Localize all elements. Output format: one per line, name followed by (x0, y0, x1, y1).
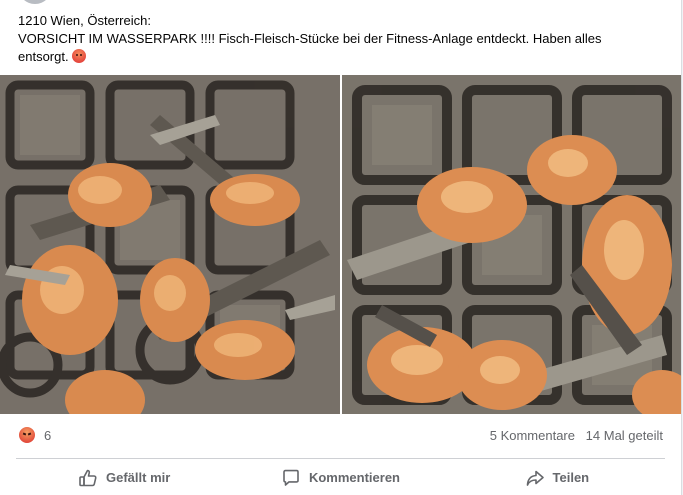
thumbs-up-icon (79, 469, 97, 486)
comment-bubble-icon (283, 469, 299, 486)
photo-left[interactable] (0, 75, 340, 414)
post-body-line: VORSICHT IM WASSERPARK !!!! Fisch-Fleisc… (18, 31, 602, 46)
actions-divider (16, 458, 665, 459)
share-arrow-icon (526, 470, 544, 486)
share-button[interactable]: Teilen (449, 460, 665, 495)
like-button[interactable]: Gefällt mir (16, 460, 232, 495)
reaction-count[interactable]: 6 (44, 428, 51, 443)
like-button-label: Gefällt mir (106, 470, 171, 485)
shares-count-link[interactable]: 14 Mal geteilt (586, 428, 663, 443)
comment-button[interactable]: Kommentieren (232, 460, 448, 495)
angry-reaction-icon[interactable] (18, 426, 36, 444)
post-body: VORSICHT IM WASSERPARK !!!! Fisch-Fleisc… (18, 30, 658, 66)
photo-right-image (342, 75, 681, 414)
post-body-end: entsorgt. (18, 49, 69, 64)
author-avatar[interactable] (18, 0, 52, 4)
photo-grid (0, 75, 681, 414)
photo-left-image (0, 75, 340, 414)
photo-right[interactable] (342, 75, 681, 414)
post-stats-bar: 6 5 Kommentare 14 Mal geteilt (0, 414, 681, 458)
post-text: 1210 Wien, Österreich: VORSICHT IM WASSE… (18, 12, 658, 66)
comments-count-link[interactable]: 5 Kommentare (490, 428, 575, 443)
facebook-post-card: 1210 Wien, Österreich: VORSICHT IM WASSE… (0, 0, 682, 495)
angry-face-icon (72, 49, 87, 63)
share-button-label: Teilen (552, 470, 590, 485)
post-actions-bar: Gefällt mir Kommentieren Teilen (16, 460, 665, 495)
post-location-line: 1210 Wien, Österreich: (18, 13, 151, 28)
comment-button-label: Kommentieren (308, 470, 400, 485)
